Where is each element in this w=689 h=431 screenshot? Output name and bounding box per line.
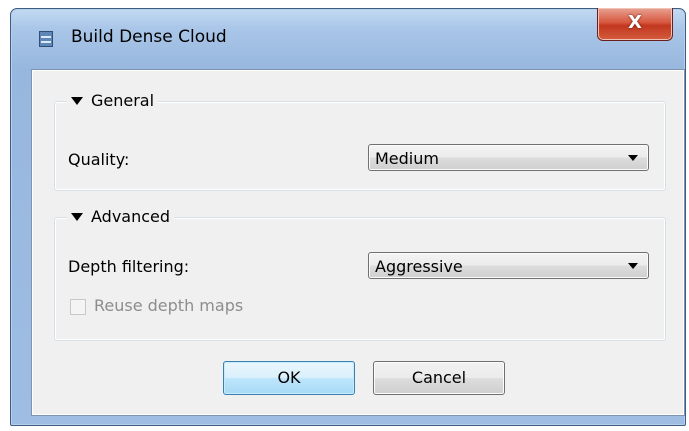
title-bar[interactable]: Build Dense Cloud X [11,8,685,55]
close-icon: X [628,12,642,33]
cancel-button[interactable]: Cancel [373,361,505,395]
window-title: Build Dense Cloud [71,27,227,47]
quality-select-value: Medium [375,149,439,168]
chevron-down-icon [628,263,638,269]
advanced-group-header[interactable]: Advanced [67,207,175,226]
ok-button[interactable]: OK [223,361,355,395]
quality-select[interactable]: Medium [368,144,649,171]
dialog-body: General Quality: Medium Advanced Depth f… [31,69,685,416]
advanced-group-title: Advanced [91,207,171,226]
close-button[interactable]: X [597,8,673,41]
reuse-depth-maps-label: Reuse depth maps [94,296,244,315]
advanced-group: Advanced [54,207,666,341]
reuse-depth-maps-checkbox[interactable] [70,299,86,315]
collapse-triangle-icon [71,96,83,105]
general-group-header[interactable]: General [67,91,159,110]
app-icon [39,31,53,47]
chevron-down-icon [628,155,638,161]
depth-filtering-select[interactable]: Aggressive [368,252,649,279]
depth-filtering-select-value: Aggressive [375,257,463,276]
dialog-window: Build Dense Cloud X General Quality: Med… [10,8,686,426]
depth-filtering-label: Depth filtering: [68,257,190,276]
collapse-triangle-icon [71,212,83,221]
general-group-title: General [91,91,155,110]
quality-label: Quality: [68,150,130,169]
